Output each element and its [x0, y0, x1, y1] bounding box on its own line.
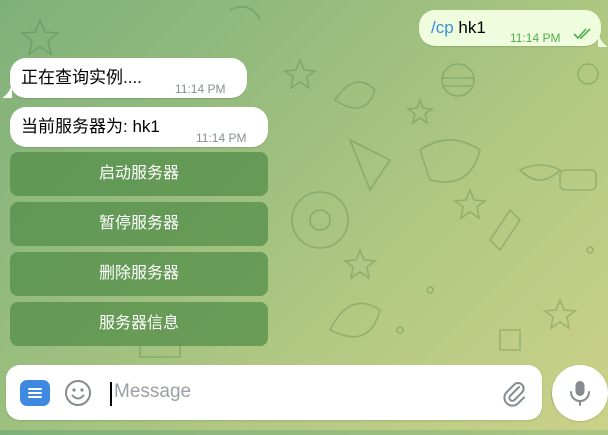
paperclip-icon[interactable]	[500, 379, 528, 407]
pause-server-button[interactable]: 暂停服务器	[10, 202, 268, 246]
server-info-button[interactable]: 服务器信息	[10, 302, 268, 346]
message-text: hk1	[453, 18, 486, 37]
text-caret	[110, 382, 112, 406]
outgoing-message-bubble[interactable]: /cp hk1 11:14 PM	[419, 10, 601, 46]
message-text: 正在查询实例....	[21, 68, 142, 87]
message-composer	[6, 365, 542, 420]
menu-icon[interactable]	[20, 380, 50, 406]
emoji-icon[interactable]	[64, 379, 92, 407]
start-server-button[interactable]: 启动服务器	[10, 152, 268, 196]
microphone-button[interactable]	[552, 365, 608, 421]
incoming-message-bubble[interactable]: 正在查询实例.... 11:14 PM	[10, 58, 247, 98]
microphone-icon	[570, 381, 590, 406]
message-time: 11:14 PM	[510, 31, 561, 45]
message-time: 11:14 PM	[196, 131, 247, 145]
bubble-tail	[598, 33, 608, 47]
bot-command-link[interactable]: /cp	[431, 18, 454, 37]
bubble-tail	[2, 84, 12, 98]
double-check-icon	[573, 28, 591, 40]
delete-server-button[interactable]: 删除服务器	[10, 252, 268, 296]
message-time: 11:14 PM	[175, 82, 226, 96]
message-input[interactable]	[114, 377, 494, 407]
message-text: 当前服务器为: hk1	[21, 117, 160, 136]
incoming-message-bubble[interactable]: 当前服务器为: hk1 11:14 PM	[10, 107, 268, 147]
